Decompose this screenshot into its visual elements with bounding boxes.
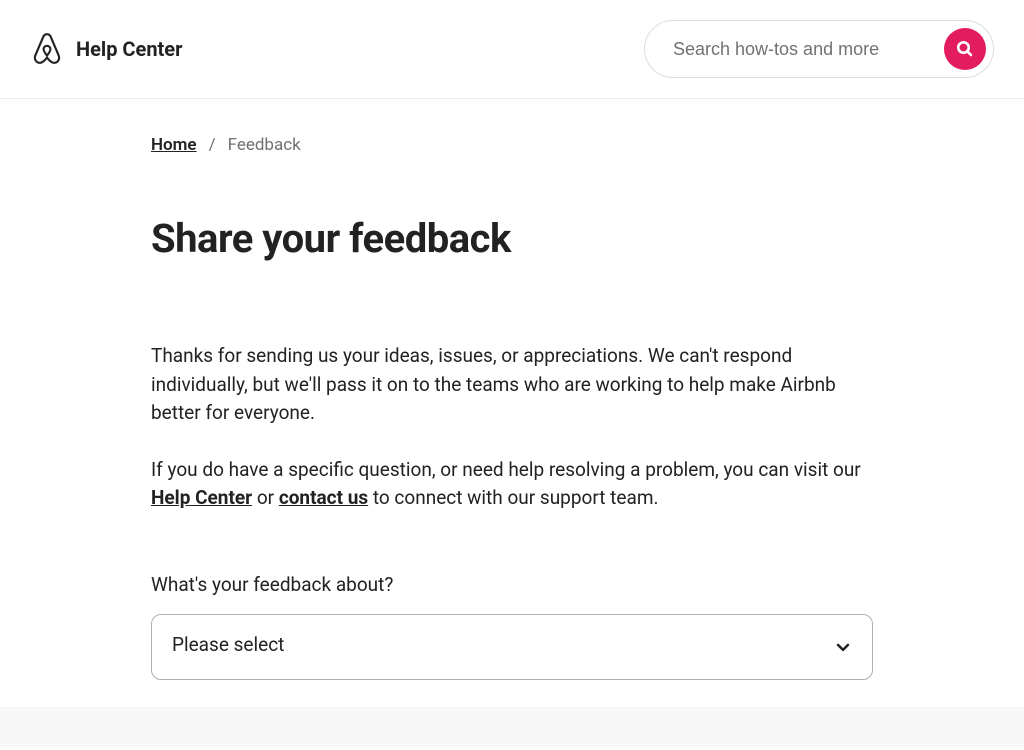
breadcrumb-separator: / (209, 135, 216, 155)
feedback-topic-select-wrapper: Please select (151, 614, 873, 680)
text-fragment: to connect with our support team. (368, 486, 658, 509)
breadcrumb-current: Feedback (228, 135, 301, 155)
text-fragment: or (252, 486, 279, 509)
airbnb-logo-icon (30, 31, 64, 67)
text-fragment: If you do have a specific question, or n… (151, 458, 861, 481)
intro-paragraph-1: Thanks for sending us your ideas, issues… (151, 342, 873, 428)
feedback-topic-label: What's your feedback about? (151, 573, 873, 596)
header-brand[interactable]: Help Center (30, 31, 182, 67)
breadcrumb-home-link[interactable]: Home (151, 135, 197, 155)
main-content: Home / Feedback Share your feedback Than… (127, 99, 897, 750)
search-input[interactable] (644, 20, 994, 78)
intro-paragraph-2: If you do have a specific question, or n… (151, 456, 873, 513)
contact-us-link[interactable]: contact us (279, 486, 368, 509)
page-title: Share your feedback (151, 215, 873, 262)
breadcrumb: Home / Feedback (151, 135, 873, 155)
feedback-topic-select[interactable]: Please select (151, 614, 873, 680)
footer-area (0, 707, 1024, 747)
help-center-link[interactable]: Help Center (151, 486, 252, 509)
search-container (644, 20, 994, 78)
header-title: Help Center (76, 37, 182, 61)
page-header: Help Center (0, 0, 1024, 99)
search-icon (956, 40, 974, 58)
search-button[interactable] (944, 28, 986, 70)
